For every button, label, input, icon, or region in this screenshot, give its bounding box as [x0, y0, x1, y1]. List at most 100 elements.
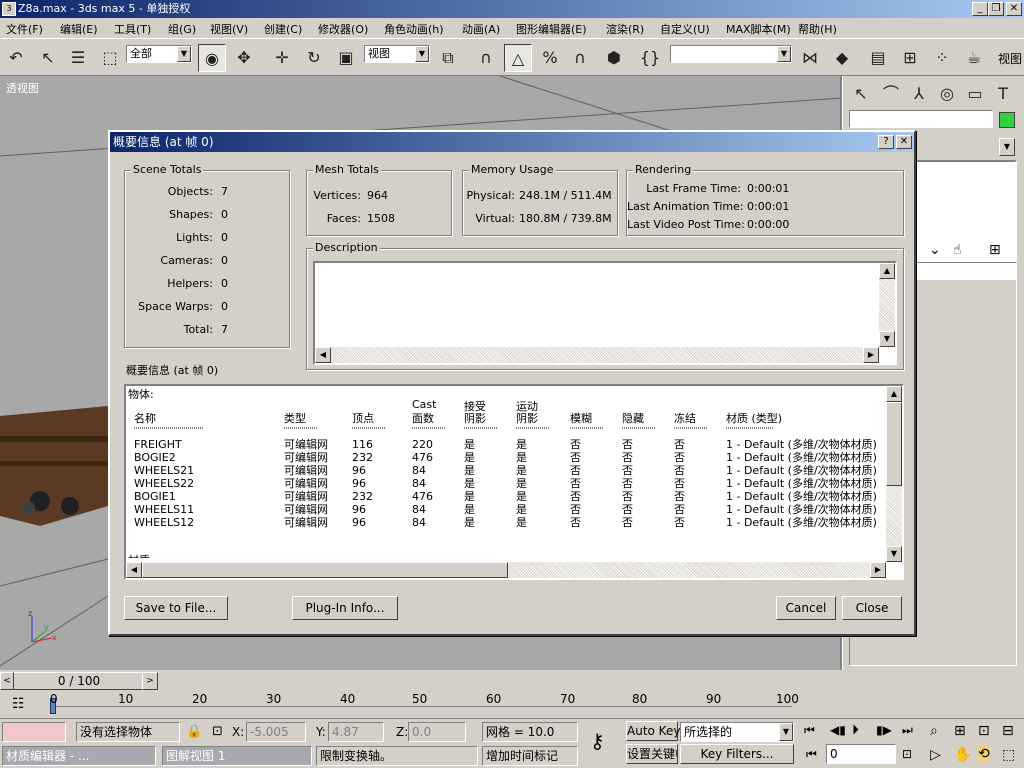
display-tab-icon[interactable]: ▭	[961, 80, 989, 108]
pan-icon[interactable]: ✋	[954, 747, 971, 763]
zoom-extents-icon[interactable]: ⊡	[978, 723, 990, 739]
rotate-icon[interactable]: ↻	[300, 44, 328, 72]
viewport-label[interactable]: 透视图	[6, 80, 39, 96]
modifier-list-dropdown[interactable]: ▼	[999, 138, 1015, 156]
menu-create[interactable]: 创建(C)	[264, 21, 302, 37]
table-row[interactable]: WHEELS21 可编辑网 96 84 是 是 否 否 否 1 - Default (多维/次物体…	[126, 464, 882, 477]
named-set-icon[interactable]: ⬢	[600, 44, 628, 72]
key-icon[interactable]: ⚷	[590, 729, 605, 753]
prev-frame-icon[interactable]: <	[0, 672, 14, 690]
menu-graph-editors[interactable]: 图形编辑器(E)	[516, 21, 587, 37]
show-end-result-icon[interactable]: ☝	[953, 242, 962, 258]
window-crossing-icon[interactable]: ◉	[198, 44, 226, 72]
key-mode-dropdown[interactable]: 所选择的 ▼	[680, 722, 794, 742]
auto-key-button[interactable]: Auto Key	[626, 721, 680, 741]
scroll-down-icon[interactable]: ▼	[879, 331, 895, 347]
align-icon[interactable]: ◆	[828, 44, 856, 72]
next-key-icon[interactable]: ▮▶	[876, 723, 892, 737]
scroll-left-icon[interactable]: ◀	[315, 347, 331, 363]
taskbar-schematic-view[interactable]: 图解视图 1	[162, 746, 312, 766]
menu-animation[interactable]: 动画(A)	[462, 21, 500, 37]
zoom-all-icon[interactable]: ⊞	[954, 723, 966, 739]
rect-selection-icon[interactable]: ⬚	[96, 44, 124, 72]
scroll-up-icon[interactable]: ▲	[886, 386, 902, 402]
menu-rendering[interactable]: 渲染(R)	[606, 21, 644, 37]
table-row[interactable]: WHEELS22 可编辑网 96 84 是 是 否 否 否 1 - Default (多维/次物体…	[126, 477, 882, 490]
motion-tab-icon[interactable]: ◎	[933, 80, 961, 108]
menu-group[interactable]: 组(G)	[168, 21, 196, 37]
percent-snap-icon[interactable]: %	[536, 44, 564, 72]
next-frame-icon[interactable]: >	[142, 672, 158, 690]
select-by-name-icon[interactable]: ☰	[64, 44, 92, 72]
maximize-button[interactable]: ❐	[988, 2, 1004, 16]
plug-in-info-button[interactable]: Plug-In Info...	[292, 596, 398, 620]
dialog-close-button[interactable]: ✕	[896, 135, 912, 149]
dialog-close-btn[interactable]: Close	[842, 596, 902, 620]
render-view-label[interactable]: 视图	[998, 50, 1022, 67]
help-button[interactable]: ?	[878, 135, 894, 149]
y-coord-field[interactable]: 4.87	[328, 722, 384, 742]
play-icon[interactable]: ⏵	[852, 722, 859, 738]
table-row[interactable]: WHEELS12 可编辑网 96 84 是 是 否 否 否 1 - Default (多维/次物体…	[126, 516, 882, 529]
absolute-mode-icon[interactable]: ⊡	[212, 724, 223, 739]
snap-3d-icon[interactable]: ∩	[472, 44, 500, 72]
maxscript-listener-field[interactable]	[2, 722, 66, 742]
object-name-field[interactable]	[849, 110, 993, 128]
taskbar-material-editor[interactable]: 材质编辑器 - ...	[2, 746, 156, 766]
objects-vscroll-thumb[interactable]	[886, 402, 902, 486]
table-row[interactable]: WHEELS11 可编辑网 96 84 是 是 否 否 否 1 - Default (多维/次物体…	[126, 503, 882, 516]
go-to-start-icon[interactable]: ⏮	[804, 723, 815, 738]
create-tab-icon[interactable]: ↖	[847, 80, 875, 108]
description-hscroll[interactable]	[315, 347, 879, 363]
x-coord-field[interactable]: -5.005	[246, 722, 306, 742]
menu-customize[interactable]: 自定义(U)	[660, 21, 710, 37]
track-view-icon[interactable]: ▤	[864, 44, 892, 72]
maximize-viewport-icon[interactable]: ⬚	[1002, 747, 1015, 763]
menu-views[interactable]: 视图(V)	[210, 21, 248, 37]
table-row[interactable]: BOGIE2 可编辑网 232 476 是 是 否 否 否 1 - Default (多维/次物体…	[126, 451, 882, 464]
cancel-button[interactable]: Cancel	[776, 596, 836, 620]
save-to-file-button[interactable]: Save to File...	[124, 596, 228, 620]
add-time-tag[interactable]: 增加时间标记	[482, 746, 578, 766]
minimize-button[interactable]: _	[972, 2, 988, 16]
scroll-left-icon[interactable]: ◀	[126, 562, 142, 578]
time-config-icon[interactable]: ⊡	[902, 747, 912, 761]
mirror-icon[interactable]: ⋈	[796, 44, 824, 72]
time-slider[interactable]: 0 / 100 < >	[0, 672, 158, 690]
key-filters-button[interactable]: Key Filters...	[680, 744, 794, 764]
description-textarea[interactable]: ▲ ▼ ◀ ▶	[313, 261, 897, 365]
time-slider-thumb[interactable]: 0 / 100	[0, 672, 158, 690]
hierarchy-tab-icon[interactable]: ⅄	[905, 80, 933, 108]
pin-stack-icon[interactable]: ⌄	[929, 242, 941, 258]
scroll-right-icon[interactable]: ▶	[863, 347, 879, 363]
menu-edit[interactable]: 编辑(E)	[60, 21, 98, 37]
undo-icon[interactable]: ↶	[2, 44, 30, 72]
angle-snap-icon[interactable]: △	[504, 44, 532, 72]
zoom-icon[interactable]: ⌕	[930, 723, 938, 739]
utilities-tab-icon[interactable]: T	[989, 80, 1017, 108]
arc-rotate-icon[interactable]: ⟲	[978, 746, 990, 762]
close-button[interactable]: ✕	[1006, 2, 1022, 16]
menu-help[interactable]: 帮助(H)	[798, 21, 837, 37]
modify-tab-icon[interactable]: ⌒	[877, 80, 905, 108]
curve-editor-icon[interactable]: ☷	[12, 696, 25, 712]
prev-key-icon[interactable]: ◀▮	[830, 723, 846, 737]
objects-hscroll-thumb[interactable]	[142, 562, 508, 578]
ref-coord-dropdown[interactable]: 视图 ▼	[364, 45, 430, 63]
zoom-extents-all-icon[interactable]: ⊟	[1002, 723, 1014, 739]
edit-named-sel-icon[interactable]: {}	[636, 44, 664, 72]
z-coord-field[interactable]: 0.0	[408, 722, 466, 742]
objects-summary-list[interactable]: 物体: 名称 类型 顶点 Cast 面数 接受 阴影 运动 阴影 模糊 隐藏 冻…	[124, 384, 904, 580]
set-key-button[interactable]: 设置关键帧	[626, 744, 678, 764]
select-icon[interactable]: ↖	[34, 44, 62, 72]
move-icon[interactable]: ✛	[268, 44, 296, 72]
key-mode-toggle-icon[interactable]: ⏮	[806, 747, 817, 762]
table-row[interactable]: BOGIE1 可编辑网 232 476 是 是 否 否 否 1 - Default (多维/次物体…	[126, 490, 882, 503]
menu-modifiers[interactable]: 修改器(O)	[318, 21, 368, 37]
material-editor-icon[interactable]: ⁘	[928, 44, 956, 72]
track-bar[interactable]: ☷ 0 10 20 30 40 50 60 70 80 90 100	[0, 692, 842, 718]
scale-icon[interactable]: ▣	[332, 44, 360, 72]
fov-icon[interactable]: ▷	[930, 747, 941, 763]
lock-icon[interactable]: 🔒	[186, 724, 202, 739]
menu-maxscript[interactable]: MAX脚本(M)	[726, 21, 791, 37]
